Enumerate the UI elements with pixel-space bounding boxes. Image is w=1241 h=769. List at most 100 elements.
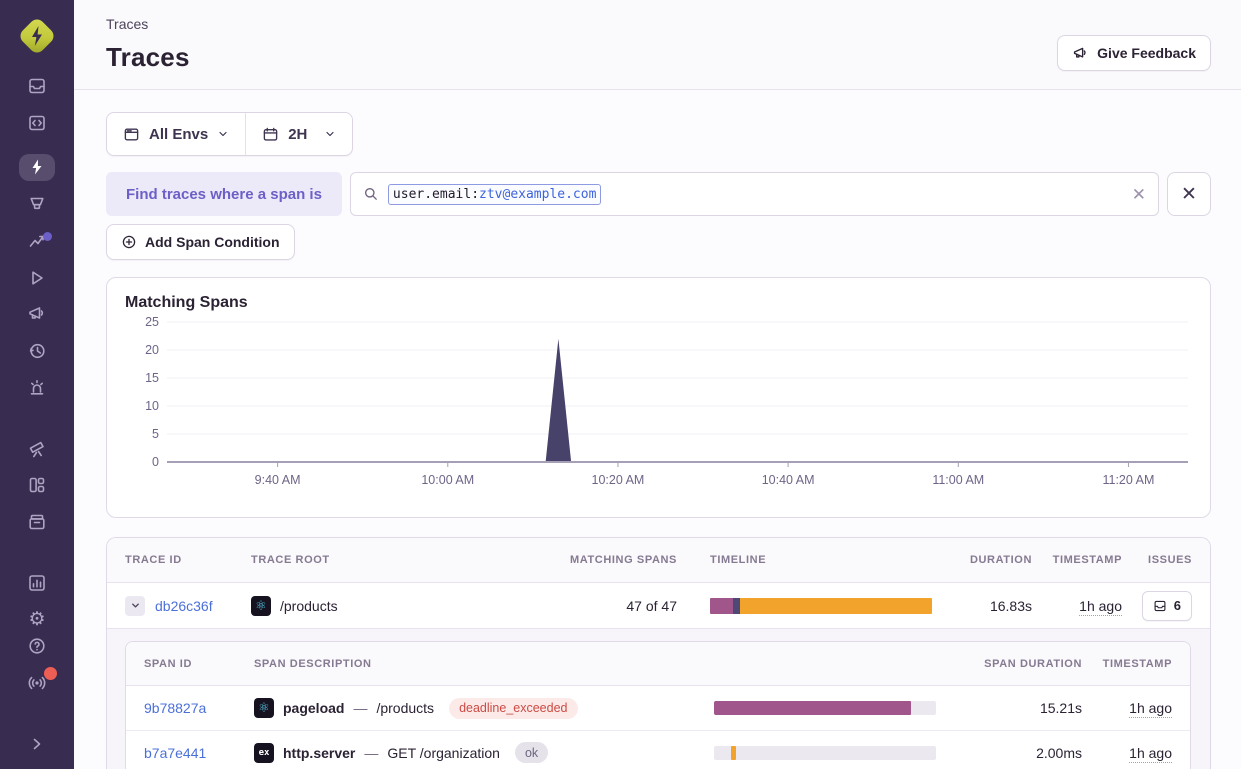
sidebar-item-boards[interactable] <box>19 509 55 536</box>
token-key: user.email: <box>393 187 479 202</box>
sidebar-item-issues[interactable] <box>19 73 55 100</box>
projector-icon <box>27 194 47 214</box>
sidebar-item-crons[interactable] <box>19 374 55 401</box>
span-timestamp[interactable]: 1h ago <box>1129 700 1172 718</box>
sidebar-item-profiles[interactable] <box>19 191 55 218</box>
environment-filter[interactable]: All Envs <box>107 113 245 155</box>
col-span-duration: Span Duration <box>954 658 1082 670</box>
span-row: b7a7e441 ex http.server — GET /organizat… <box>126 730 1190 769</box>
inbox-icon <box>27 76 47 96</box>
span-description: GET /organization <box>387 745 500 761</box>
sentry-logo-icon[interactable] <box>15 14 59 47</box>
chevron-down-icon <box>324 128 336 140</box>
col-matching-spans: Matching Spans <box>527 554 677 566</box>
sidebar-item-projects[interactable] <box>19 109 55 136</box>
react-platform-icon: ⚛ <box>251 596 271 616</box>
sidebar-item-insights[interactable] <box>19 228 55 255</box>
chart-title: Matching Spans <box>125 294 1192 312</box>
notification-dot <box>44 667 57 680</box>
siren-icon <box>27 378 47 398</box>
plus-circle-icon <box>121 234 137 250</box>
issues-count: 6 <box>1174 598 1181 613</box>
span-duration: 15.21s <box>954 700 1082 716</box>
megaphone-icon <box>1072 45 1089 62</box>
breadcrumb[interactable]: Traces <box>106 16 190 32</box>
matching-spans-chart[interactable]: 05101520259:40 AM10:00 AM10:20 AM10:40 A… <box>125 312 1192 490</box>
svg-text:10:00 AM: 10:00 AM <box>421 473 474 487</box>
inbox-icon <box>1153 599 1167 613</box>
sidebar-item-components[interactable] <box>19 472 55 499</box>
time-range-label: 2H <box>288 126 307 143</box>
sidebar-item-discover[interactable] <box>19 435 55 462</box>
gear-icon: ⚙ <box>28 610 45 629</box>
calendar-icon <box>262 126 279 143</box>
svg-text:11:20 AM: 11:20 AM <box>1102 473 1154 487</box>
sidebar-item-stats[interactable] <box>19 569 55 596</box>
col-issues: Issues <box>1122 554 1192 566</box>
environment-filter-label: All Envs <box>149 126 208 143</box>
page-filter-bar: All Envs 2H <box>106 112 353 156</box>
main-area: Traces Traces Give Feedback All Envs <box>74 0 1241 769</box>
span-table: Span ID Span Description Span Duration T… <box>125 641 1191 769</box>
span-status-badge: deadline_exceeded <box>449 698 577 719</box>
svg-text:15: 15 <box>145 371 159 385</box>
span-id-link[interactable]: 9b78827a <box>144 700 206 716</box>
sidebar-item-alerts[interactable] <box>19 301 55 328</box>
span-condition-row: Find traces where a span is user.email:z… <box>106 172 1211 216</box>
svg-text:10:20 AM: 10:20 AM <box>592 473 645 487</box>
span-duration-fill <box>731 746 736 760</box>
page-header: Traces Traces Give Feedback <box>74 0 1241 90</box>
span-search-input[interactable]: user.email:ztv@example.com ✕ <box>350 172 1159 216</box>
col-span-id: Span ID <box>144 658 254 670</box>
svg-text:10: 10 <box>145 399 159 413</box>
collapse-trace-button[interactable] <box>125 596 145 616</box>
remove-condition-button[interactable]: ✕ <box>1167 172 1211 216</box>
trace-issues-button[interactable]: 6 <box>1142 591 1192 621</box>
search-filter-token[interactable]: user.email:ztv@example.com <box>388 184 602 205</box>
sidebar-collapse-toggle[interactable] <box>19 730 55 757</box>
telescope-icon <box>27 439 47 459</box>
help-question-icon <box>27 636 47 656</box>
search-icon <box>363 186 379 202</box>
trace-table: Trace ID Trace Root Matching Spans Timel… <box>106 537 1211 769</box>
sidebar-item-traces[interactable] <box>19 154 55 181</box>
window-icon <box>123 126 140 143</box>
sidebar-item-whats-new[interactable] <box>19 669 55 696</box>
span-id-link[interactable]: b7a7e441 <box>144 745 206 761</box>
trace-timeline-bar[interactable] <box>710 598 932 614</box>
new-feature-dot <box>43 232 52 241</box>
dash-separator: — <box>364 745 378 761</box>
give-feedback-button[interactable]: Give Feedback <box>1057 35 1211 71</box>
time-range-filter[interactable]: 2H <box>246 113 352 155</box>
bar-chart-icon <box>27 573 47 593</box>
play-icon <box>27 268 47 288</box>
svg-text:10:40 AM: 10:40 AM <box>762 473 815 487</box>
chevron-down-icon <box>217 128 229 140</box>
svg-text:0: 0 <box>152 455 159 469</box>
sidebar-item-releases[interactable] <box>19 338 55 365</box>
sidebar-item-help[interactable] <box>19 633 55 660</box>
col-span-timestamp: Timestamp <box>1082 658 1172 670</box>
svg-text:20: 20 <box>145 343 159 357</box>
search-clear-icon[interactable]: ✕ <box>1132 186 1146 203</box>
sidebar-item-settings[interactable]: ⚙ <box>19 606 55 633</box>
add-span-condition-button[interactable]: Add Span Condition <box>106 224 295 260</box>
page-title: Traces <box>106 42 190 73</box>
svg-text:9:40 AM: 9:40 AM <box>255 473 301 487</box>
span-status-badge: ok <box>515 742 548 763</box>
span-op: pageload <box>283 700 344 716</box>
span-duration-fill <box>714 701 911 715</box>
history-clock-icon <box>27 341 47 361</box>
timeline-segment <box>733 598 740 614</box>
sidebar-item-replays[interactable] <box>19 264 55 291</box>
trace-root-name: /products <box>280 598 338 614</box>
trace-id-link[interactable]: db26c36f <box>155 598 213 614</box>
timeline-segment <box>740 598 932 614</box>
timeline-segment <box>710 598 733 614</box>
trace-timestamp[interactable]: 1h ago <box>1079 598 1122 616</box>
lightning-icon <box>27 157 47 177</box>
span-timestamp[interactable]: 1h ago <box>1129 745 1172 763</box>
condition-prefix-label: Find traces where a span is <box>106 172 342 216</box>
matching-spans-chart-card: Matching Spans 05101520259:40 AM10:00 AM… <box>106 277 1211 518</box>
sidebar: ⚙ <box>0 0 74 769</box>
